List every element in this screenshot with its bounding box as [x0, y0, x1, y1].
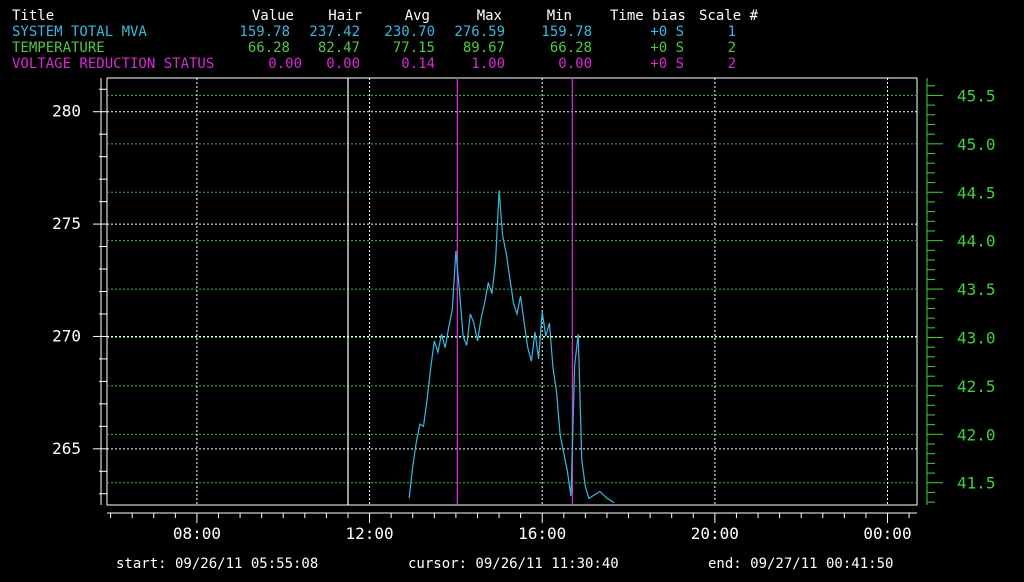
left-axis-tick-label: 280 [52, 102, 81, 121]
right-axis-tick-label: 45.0 [957, 135, 996, 154]
right-axis-tick-label: 43.5 [957, 280, 996, 299]
right-axis-tick-label: 42.0 [957, 425, 996, 444]
left-axis-tick-label: 270 [52, 326, 81, 345]
right-axis-tick-label: 44.5 [957, 183, 996, 202]
right-axis-tick-label: 44.0 [957, 232, 996, 251]
x-axis-tick-label: 00:00 [863, 524, 911, 543]
right-axis-tick-label: 45.5 [957, 86, 996, 105]
right-axis-tick-label: 43.0 [957, 328, 996, 347]
left-axis-tick-label: 275 [52, 214, 81, 233]
trend-chart[interactable]: 265 270 275 280 41.5 42.0 42.5 43.0 43.5 44.0 44.5… [0, 0, 1024, 582]
left-axis-tick-label: 265 [52, 439, 81, 458]
right-axis-tick-label: 42.5 [957, 377, 996, 396]
footer-cursor: cursor: 09/26/11 11:30:40 [408, 556, 619, 572]
footer-end: end: 09/27/11 00:41:50 [708, 556, 894, 572]
x-axis-tick-label: 16:00 [518, 524, 566, 543]
series-line-system-total-mva [408, 190, 615, 504]
footer-start: start: 09/26/11 05:55:08 [116, 556, 319, 572]
right-axis-tick-label: 41.5 [957, 474, 996, 493]
x-axis-tick-label: 12:00 [345, 524, 393, 543]
x-axis-tick-label: 20:00 [691, 524, 739, 543]
x-axis-tick-label: 08:00 [173, 524, 221, 543]
